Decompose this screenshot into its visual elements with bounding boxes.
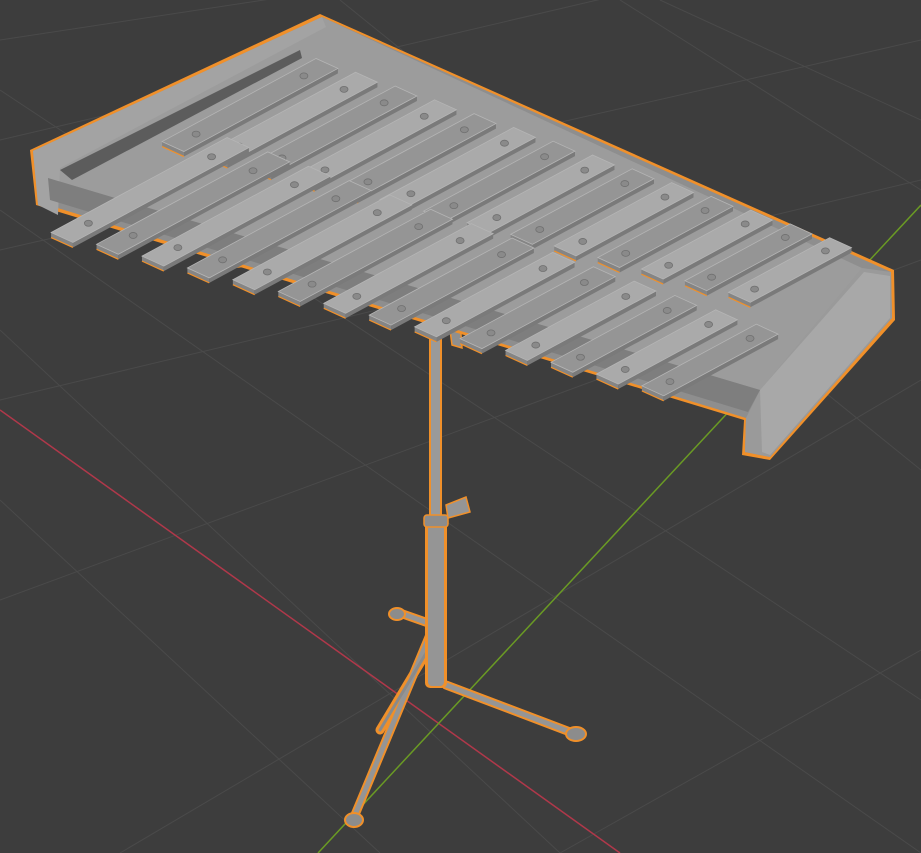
mount-hole: [664, 261, 674, 269]
mount-hole: [576, 353, 585, 361]
grid-line: [619, 0, 921, 191]
mount-hole: [620, 366, 630, 373]
mount-hole: [662, 307, 672, 314]
mount-hole: [500, 139, 509, 147]
mount-hole: [497, 251, 506, 258]
foot-left[interactable]: [344, 812, 364, 828]
mount-hole: [660, 193, 670, 201]
mount-hole: [290, 181, 299, 189]
mount-hole: [704, 321, 714, 328]
tripod-leg-right[interactable]: [443, 682, 581, 738]
mount-hole: [414, 223, 424, 231]
grid-line: [559, 649, 921, 853]
mount-hole: [740, 220, 750, 228]
mount-hole: [540, 153, 550, 161]
mount-hole: [218, 256, 228, 264]
mount-hole: [406, 190, 416, 198]
mount-hole: [372, 209, 382, 217]
grid-line: [0, 329, 561, 853]
foot-right[interactable]: [565, 726, 587, 742]
grid-line: [659, 0, 921, 121]
mount-hole: [700, 207, 710, 214]
stand-tube-lower[interactable]: [428, 520, 444, 686]
mount-hole: [620, 180, 630, 187]
mount-hole: [363, 178, 373, 186]
mount-hole: [579, 279, 589, 286]
mount-hole: [535, 226, 545, 233]
mount-hole: [750, 285, 759, 293]
mount-hole: [379, 99, 389, 107]
mount-hole: [455, 237, 465, 244]
x-axis-line: [0, 409, 621, 853]
mount-hole: [459, 126, 469, 134]
mount-hole: [307, 280, 317, 288]
mount-hole: [299, 72, 309, 80]
mount-hole: [449, 202, 459, 210]
mount-hole: [486, 329, 496, 337]
mount-hole: [492, 214, 502, 221]
mount-hole: [397, 305, 406, 312]
mount-hole: [419, 112, 429, 120]
mount-hole: [207, 153, 217, 161]
mount-hole: [531, 341, 541, 349]
3d-viewport[interactable]: [0, 0, 921, 853]
mount-hole: [580, 166, 590, 174]
mount-hole: [262, 268, 272, 276]
mount-hole: [331, 195, 341, 203]
mount-hole: [84, 219, 93, 227]
mount-hole: [173, 244, 183, 252]
mount-hole: [821, 247, 830, 255]
mount-hole: [441, 317, 451, 325]
mount-hole: [665, 378, 675, 386]
mount-hole: [780, 234, 790, 241]
viewport-scene[interactable]: [0, 0, 921, 853]
mount-hole: [128, 232, 138, 239]
grid-line: [0, 499, 381, 853]
mount-hole: [248, 167, 258, 175]
mount-hole: [578, 238, 588, 245]
mount-hole: [707, 273, 717, 281]
mount-hole: [621, 249, 631, 257]
mount-hole: [191, 130, 201, 138]
glockenspiel-model[interactable]: [30, 14, 895, 828]
mount-hole: [745, 334, 755, 342]
mount-hole: [339, 85, 349, 93]
mount-hole: [320, 166, 330, 174]
mount-hole: [352, 292, 362, 300]
stand-wing-knob[interactable]: [445, 495, 471, 519]
mount-hole: [538, 265, 548, 272]
foot-back[interactable]: [388, 607, 406, 621]
stand-clamp[interactable]: [423, 514, 449, 528]
mount-hole: [621, 293, 631, 300]
tripod-leg-outline: [347, 607, 583, 827]
